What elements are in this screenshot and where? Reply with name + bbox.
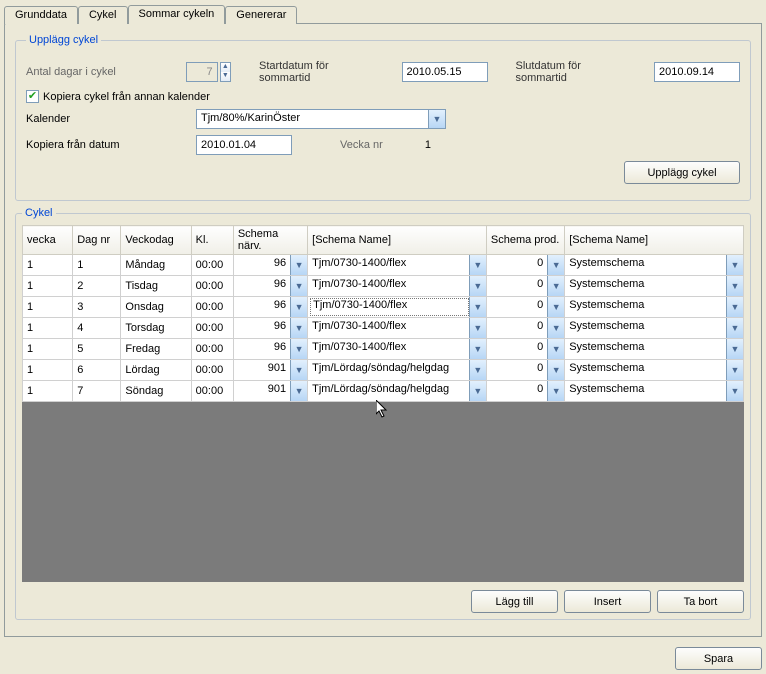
insert-button[interactable]: Insert bbox=[564, 590, 651, 613]
chevron-down-icon[interactable]: ▼ bbox=[469, 360, 486, 380]
col-1[interactable]: Dag nr bbox=[73, 226, 121, 255]
chevron-down-icon[interactable]: ▼ bbox=[469, 318, 486, 338]
table-row[interactable]: 14Torsdag00:0096▼Tjm/0730-1400/flex▼0▼Sy… bbox=[23, 318, 744, 339]
copy-checkbox[interactable]: ✔ bbox=[26, 90, 39, 103]
table-row[interactable]: 11Måndag00:0096▼Tjm/0730-1400/flex▼0▼Sys… bbox=[23, 255, 744, 276]
copyfrom-input[interactable] bbox=[196, 135, 292, 155]
chevron-down-icon[interactable]: ▼ bbox=[290, 255, 307, 275]
table-row[interactable]: 12Tisdag00:0096▼Tjm/0730-1400/flex▼0▼Sys… bbox=[23, 276, 744, 297]
calendar-select[interactable]: Tjm/80%/KarinÖster ▼ bbox=[196, 109, 446, 129]
schedule-table: veckaDag nrVeckodagKl.Schema närv.[Schem… bbox=[22, 225, 744, 402]
enddate-input[interactable] bbox=[654, 62, 740, 82]
col-4[interactable]: Schema närv. bbox=[233, 226, 307, 255]
chevron-down-icon[interactable]: ▼ bbox=[547, 381, 564, 401]
chevron-down-icon[interactable]: ▼ bbox=[469, 276, 486, 296]
calendar-label: Kalender bbox=[26, 113, 196, 125]
chevron-down-icon[interactable]: ▼ bbox=[290, 339, 307, 359]
col-5[interactable]: [Schema Name] bbox=[308, 226, 487, 255]
chevron-down-icon[interactable]: ▼ bbox=[469, 381, 486, 401]
upplagg-cykel-button[interactable]: Upplägg cykel bbox=[624, 161, 740, 184]
chevron-down-icon[interactable]: ▼ bbox=[547, 276, 564, 296]
chevron-down-icon[interactable]: ▼ bbox=[547, 339, 564, 359]
chevron-down-icon[interactable]: ▼ bbox=[428, 110, 445, 128]
group-cykel: Cykel veckaDag nrVeckodagKl.Schema närv.… bbox=[15, 207, 751, 620]
enddate-label: Slutdatum för sommartid bbox=[516, 60, 629, 84]
main-panel: Upplägg cykel Antal dagar i cykel ▲▼ Sta… bbox=[4, 23, 762, 637]
calendar-value: Tjm/80%/KarinÖster bbox=[197, 110, 428, 128]
chevron-down-icon[interactable]: ▼ bbox=[547, 318, 564, 338]
chevron-down-icon[interactable]: ▼ bbox=[290, 276, 307, 296]
col-3[interactable]: Kl. bbox=[191, 226, 233, 255]
startdate-label: Startdatum för sommartid bbox=[259, 60, 376, 84]
table-row[interactable]: 15Fredag00:0096▼Tjm/0730-1400/flex▼0▼Sys… bbox=[23, 339, 744, 360]
delete-button[interactable]: Ta bort bbox=[657, 590, 744, 613]
chevron-down-icon[interactable]: ▼ bbox=[726, 360, 743, 380]
col-6[interactable]: Schema prod. bbox=[486, 226, 564, 255]
chevron-down-icon[interactable]: ▼ bbox=[290, 318, 307, 338]
chevron-down-icon[interactable]: ▼ bbox=[547, 360, 564, 380]
chevron-down-icon[interactable]: ▼ bbox=[726, 381, 743, 401]
table-row[interactable]: 17Söndag00:00901▼Tjm/Lördag/söndag/helgd… bbox=[23, 381, 744, 402]
chevron-down-icon[interactable]: ▼ bbox=[726, 339, 743, 359]
tab-sommar-cykeln[interactable]: Sommar cykeln bbox=[128, 5, 226, 24]
tab-grunddata[interactable]: Grunddata bbox=[4, 6, 78, 24]
chevron-down-icon[interactable]: ▼ bbox=[547, 297, 564, 317]
table-row[interactable]: 13Onsdag00:0096▼Tjm/0730-1400/flex▼0▼Sys… bbox=[23, 297, 744, 318]
chevron-down-icon[interactable]: ▼ bbox=[726, 276, 743, 296]
col-2[interactable]: Veckodag bbox=[121, 226, 191, 255]
weeknr-value: 1 bbox=[425, 139, 431, 151]
days-label: Antal dagar i cykel bbox=[26, 66, 186, 78]
chevron-down-icon[interactable]: ▼ bbox=[726, 297, 743, 317]
chevron-down-icon[interactable]: ▼ bbox=[726, 255, 743, 275]
group-upplagg-title: Upplägg cykel bbox=[26, 34, 101, 46]
tab-genererar[interactable]: Genererar bbox=[225, 6, 297, 24]
tab-bar: Grunddata Cykel Sommar cykeln Genererar bbox=[4, 4, 766, 23]
chevron-down-icon[interactable]: ▼ bbox=[469, 339, 486, 359]
chevron-down-icon[interactable]: ▼ bbox=[726, 318, 743, 338]
save-button[interactable]: Spara bbox=[675, 647, 762, 670]
add-button[interactable]: Lägg till bbox=[471, 590, 558, 613]
chevron-down-icon[interactable]: ▼ bbox=[290, 360, 307, 380]
chevron-down-icon[interactable]: ▼ bbox=[547, 255, 564, 275]
chevron-down-icon[interactable]: ▼ bbox=[290, 297, 307, 317]
col-0[interactable]: vecka bbox=[23, 226, 73, 255]
days-spinner[interactable]: ▲▼ bbox=[220, 62, 231, 82]
weeknr-label: Vecka nr bbox=[340, 139, 383, 151]
chevron-down-icon[interactable]: ▼ bbox=[469, 255, 486, 275]
tab-cykel[interactable]: Cykel bbox=[78, 6, 128, 24]
copy-check-label: Kopiera cykel från annan kalender bbox=[43, 91, 210, 103]
table-row[interactable]: 16Lördag00:00901▼Tjm/Lördag/söndag/helgd… bbox=[23, 360, 744, 381]
days-input bbox=[186, 62, 218, 82]
chevron-down-icon[interactable]: ▼ bbox=[469, 297, 486, 317]
col-7[interactable]: [Schema Name] bbox=[565, 226, 744, 255]
startdate-input[interactable] bbox=[402, 62, 488, 82]
group-upplagg-cykel: Upplägg cykel Antal dagar i cykel ▲▼ Sta… bbox=[15, 34, 751, 201]
group-cykel-title: Cykel bbox=[22, 207, 56, 219]
copyfrom-label: Kopiera från datum bbox=[26, 139, 196, 151]
chevron-down-icon[interactable]: ▼ bbox=[290, 381, 307, 401]
grid-empty-area bbox=[22, 402, 744, 582]
